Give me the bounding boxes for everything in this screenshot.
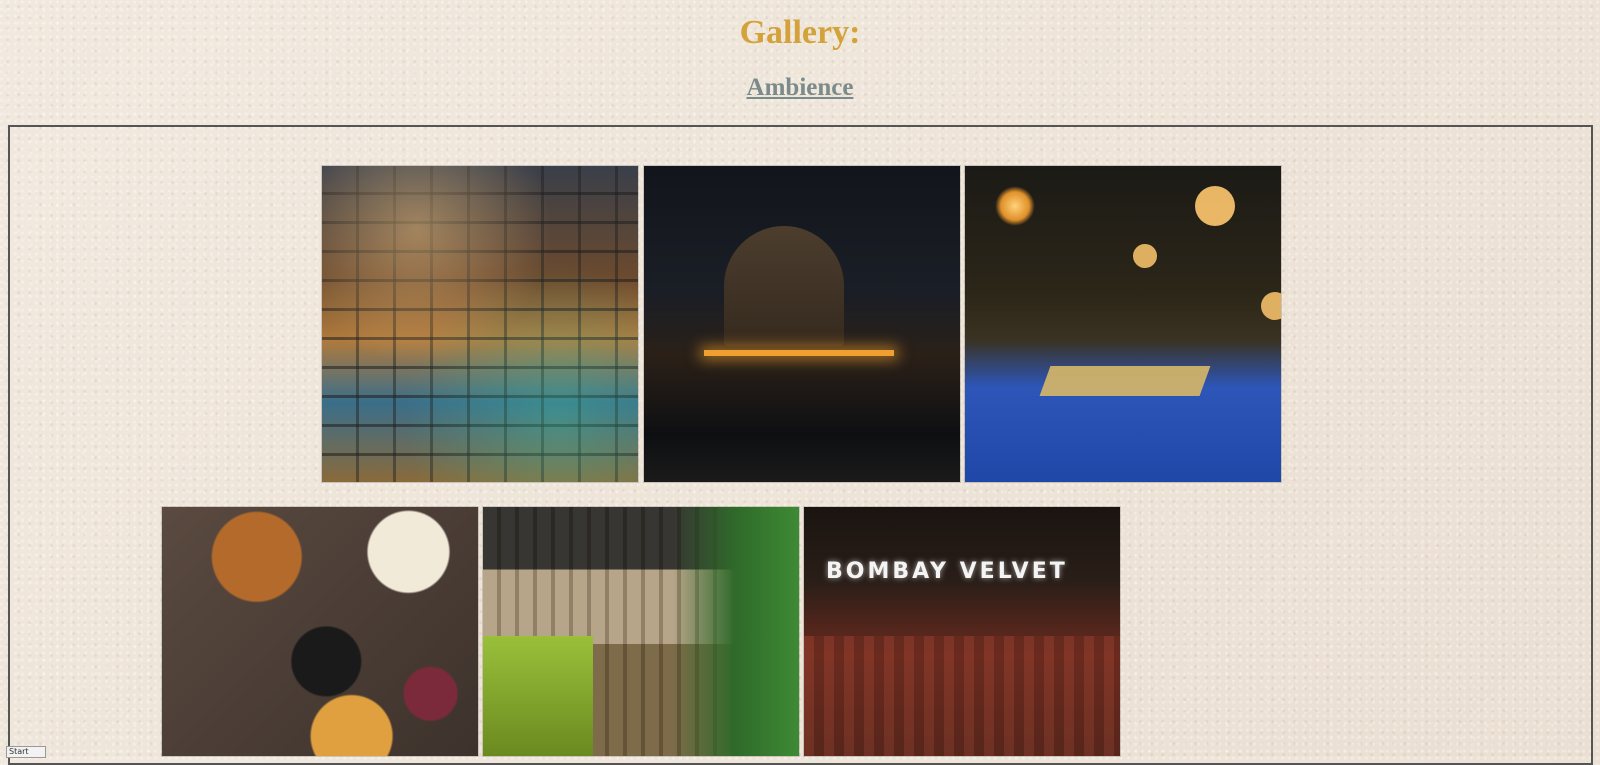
storefront-photo: BOMBAY VELVET [804, 507, 1120, 756]
food-platter-photo [162, 507, 478, 756]
cafe-interior-photo [322, 166, 638, 482]
bar-counter-photo [644, 166, 960, 482]
status-tooltip: Start [6, 746, 46, 758]
ambience-heading-link[interactable]: Ambience [0, 74, 1600, 102]
blue-lounge-photo [965, 166, 1281, 482]
dining-hall-photo [483, 507, 799, 756]
page-title: Gallery: [739, 14, 861, 51]
storefront-sign-text: BOMBAY VELVET [826, 559, 1068, 584]
